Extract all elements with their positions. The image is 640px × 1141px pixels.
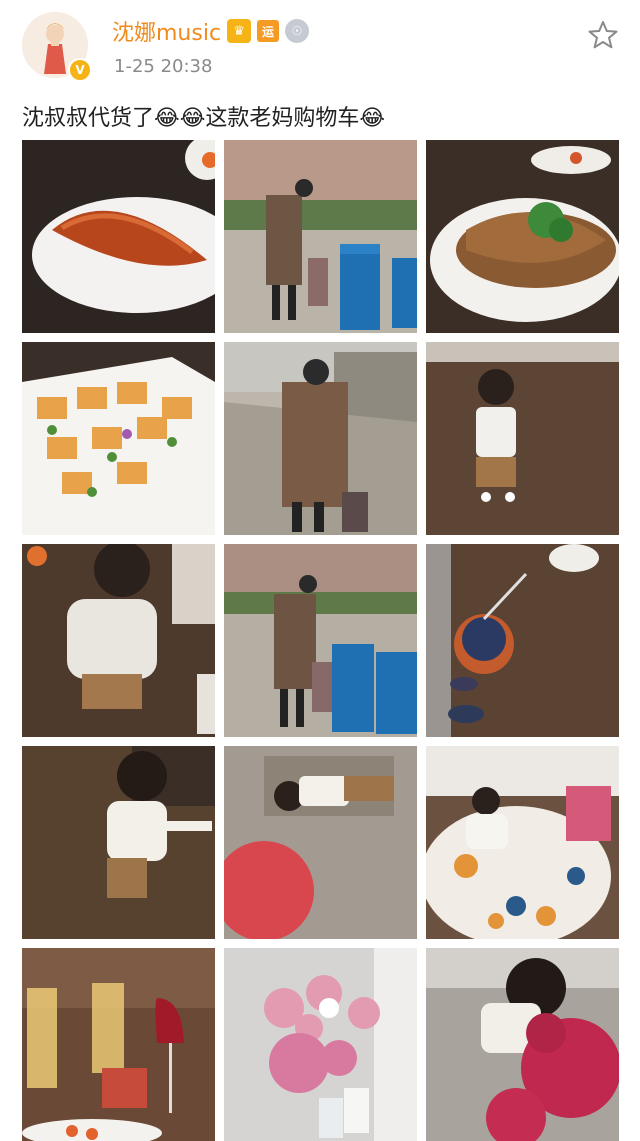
photo-toddler-toy-cart[interactable] (426, 544, 619, 737)
post-timestamp: 1-25 20:38 (114, 56, 213, 77)
photo-toddler-standing[interactable] (22, 746, 215, 939)
photo-grandpa-cart-bins[interactable] (224, 140, 417, 333)
name-row: 沈娜music ♛ 运 ☉ (112, 15, 310, 47)
post-text: 沈叔叔代货了😂😂这款老妈购物车😂 (22, 106, 386, 131)
photo-canape-plate[interactable] (22, 342, 215, 535)
photo-toddler-rug[interactable] (426, 746, 619, 939)
photo-grid (22, 140, 619, 1141)
verified-v-icon: V (68, 58, 92, 82)
vip-crown-icon[interactable]: ♛ (227, 19, 252, 43)
photo-wine-glasses[interactable] (22, 948, 215, 1141)
photo-toddler-floor[interactable] (426, 342, 619, 535)
photo-toddler-plush[interactable] (426, 948, 619, 1141)
photo-roast-duck[interactable] (22, 140, 215, 333)
username[interactable]: 沈娜music (112, 15, 221, 47)
favorite-star-icon[interactable] (586, 18, 620, 52)
photo-grandpa-bins-2[interactable] (224, 544, 417, 737)
photo-flower-vase[interactable] (224, 948, 417, 1141)
photo-grandpa-walking[interactable] (224, 342, 417, 535)
photo-toddler-back[interactable] (22, 544, 215, 737)
photo-steamed-fish[interactable] (426, 140, 619, 333)
medal-icon[interactable]: ☉ (285, 19, 310, 43)
photo-baby-lying-ball[interactable] (224, 746, 417, 939)
post-header: V 沈娜music ♛ 运 ☉ 1-25 20:38 (0, 0, 640, 95)
yun-badge[interactable]: 运 (257, 20, 280, 42)
